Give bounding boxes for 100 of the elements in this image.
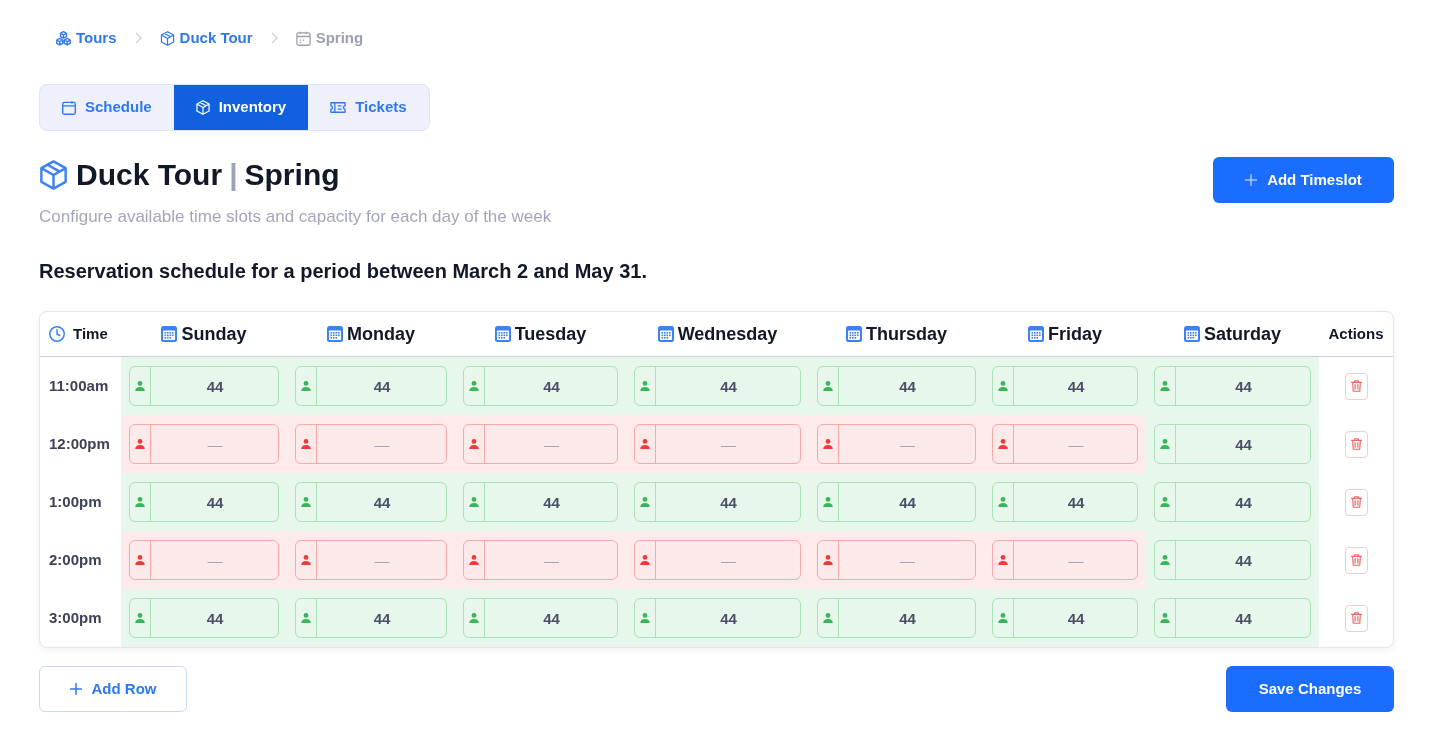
capacity-field[interactable]: — [463, 424, 618, 464]
capacity-field[interactable]: 44 [634, 366, 801, 406]
person-icon [998, 497, 1008, 507]
column-header: Actions [1328, 323, 1384, 344]
person-icon [135, 613, 145, 623]
capacity-field[interactable]: — [129, 424, 279, 464]
calendar-icon [161, 326, 178, 342]
capacity-field[interactable]: 44 [634, 598, 801, 638]
capacity-field[interactable]: 44 [1154, 598, 1311, 638]
capacity-field[interactable]: 44 [634, 482, 801, 522]
person-icon [823, 381, 833, 391]
capacity-field[interactable]: 44 [817, 598, 976, 638]
capacity-field[interactable]: — [992, 540, 1138, 580]
column-header: Time [73, 323, 108, 344]
column-header: Tuesday [514, 322, 587, 346]
cubes-icon [56, 30, 71, 46]
add-row-button[interactable]: Add Row [39, 666, 187, 712]
title-separator: | [229, 158, 238, 192]
capacity-field[interactable]: — [634, 540, 801, 580]
delete-button[interactable] [1344, 372, 1368, 400]
trash-icon [1350, 380, 1362, 392]
cube-icon [195, 100, 210, 115]
time-label: 3:00pm [49, 607, 102, 628]
person-icon [469, 381, 479, 391]
capacity-field[interactable]: — [463, 540, 618, 580]
tab[interactable]: Tickets [308, 85, 429, 130]
capacity-field[interactable]: 44 [129, 482, 279, 522]
person-icon [135, 555, 145, 565]
trash-icon [1350, 438, 1362, 450]
person-icon [998, 613, 1008, 623]
person-icon [301, 439, 311, 449]
capacity-field[interactable]: 44 [129, 366, 279, 406]
capacity-field[interactable]: 44 [992, 598, 1138, 638]
breadcrumb-link[interactable]: Tours [56, 28, 117, 48]
person-icon [1160, 439, 1170, 449]
page-description: Configure available time slots and capacity for each day of the week [39, 207, 552, 227]
season-title: Spring [244, 158, 340, 192]
capacity-field[interactable]: 44 [295, 482, 447, 522]
calendar-icon [1028, 326, 1044, 342]
capacity-field[interactable]: 44 [295, 598, 447, 638]
cube-icon [159, 30, 175, 46]
page-title: Duck Tour [76, 158, 223, 192]
tab[interactable]: Inventory [173, 85, 309, 130]
calendar-icon [494, 326, 511, 342]
calendar-icon [846, 326, 862, 342]
save-button[interactable]: Save Changes [1226, 666, 1394, 712]
delete-button[interactable] [1344, 430, 1368, 458]
person-icon [469, 555, 479, 565]
capacity-field[interactable]: 44 [1154, 366, 1311, 406]
capacity-field[interactable]: 44 [992, 482, 1138, 522]
column-header: Saturday [1204, 322, 1281, 346]
capacity-field[interactable]: — [295, 424, 447, 464]
person-icon [823, 439, 833, 449]
capacity-field[interactable]: 44 [1154, 424, 1311, 464]
chevron-icon [270, 32, 278, 44]
clock-icon [49, 326, 65, 342]
capacity-field[interactable]: 44 [463, 366, 618, 406]
capacity-field[interactable]: 44 [463, 598, 618, 638]
tab[interactable]: Schedule [40, 85, 174, 130]
cube-icon [39, 160, 68, 190]
person-icon [469, 613, 479, 623]
capacity-field[interactable]: 44 [463, 482, 618, 522]
capacity-field[interactable]: — [817, 424, 976, 464]
calendar-icon [295, 30, 311, 46]
capacity-field[interactable]: 44 [1154, 540, 1311, 580]
capacity-field[interactable]: — [129, 540, 279, 580]
person-icon [469, 439, 479, 449]
column-header: Monday [347, 322, 415, 346]
capacity-field[interactable]: — [295, 540, 447, 580]
time-label: 12:00pm [49, 433, 110, 454]
person-icon [135, 439, 145, 449]
person-icon [640, 497, 650, 507]
capacity-field[interactable]: 44 [1154, 482, 1311, 522]
add-timeslot-button[interactable]: Add Timeslot [1213, 157, 1394, 203]
capacity-field[interactable]: 44 [129, 598, 279, 638]
person-icon [1160, 613, 1170, 623]
delete-button[interactable] [1344, 488, 1368, 516]
trash-icon [1350, 612, 1362, 624]
person-icon [640, 381, 650, 391]
person-icon [135, 381, 145, 391]
person-icon [640, 613, 650, 623]
trash-icon [1350, 496, 1362, 508]
capacity-field[interactable]: 44 [295, 366, 447, 406]
capacity-field[interactable]: 44 [817, 366, 976, 406]
capacity-field[interactable]: — [817, 540, 976, 580]
person-icon [135, 497, 145, 507]
capacity-field[interactable]: 44 [817, 482, 976, 522]
person-icon [823, 613, 833, 623]
capacity-field[interactable]: 44 [992, 366, 1138, 406]
capacity-field[interactable]: — [992, 424, 1138, 464]
delete-button[interactable] [1344, 604, 1368, 632]
time-label: 11:00am [49, 375, 109, 396]
breadcrumb-link[interactable]: Duck Tour [159, 28, 253, 48]
calendar-icon [657, 326, 674, 342]
capacity-field[interactable]: — [634, 424, 801, 464]
person-icon [469, 497, 479, 507]
person-icon [640, 555, 650, 565]
delete-button[interactable] [1344, 546, 1368, 574]
column-header: Friday [1048, 322, 1102, 346]
person-icon [301, 613, 311, 623]
